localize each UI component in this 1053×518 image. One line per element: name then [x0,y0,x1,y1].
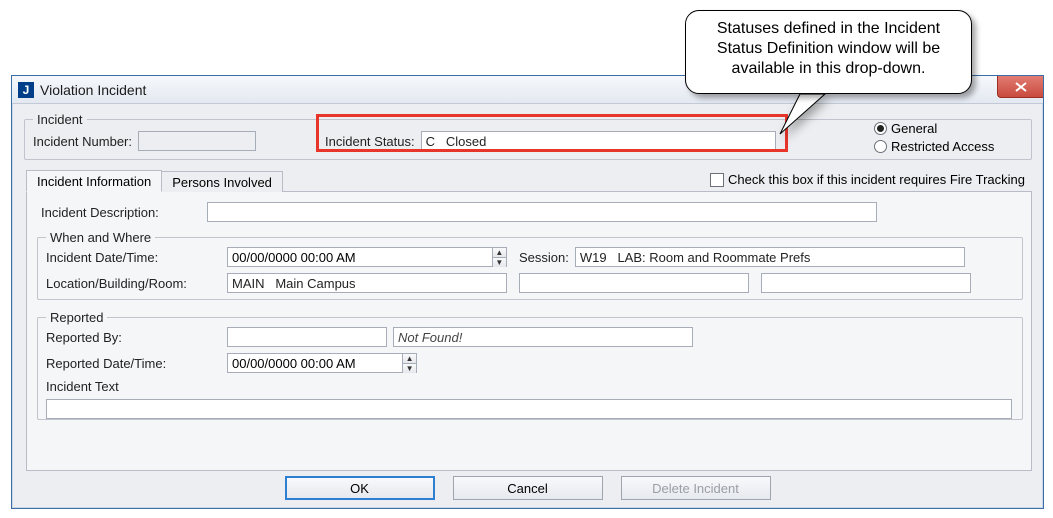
spinner-buttons[interactable]: ▲ ▼ [492,248,506,266]
access-radio-group: General Restricted Access [874,119,994,155]
reported-legend: Reported [46,310,107,325]
delete-incident-button[interactable]: Delete Incident [621,476,771,500]
tab-incident-info[interactable]: Incident Information [26,170,162,192]
radio-restricted-label: Restricted Access [891,139,994,154]
incident-status-dropdown[interactable] [421,131,776,151]
reported-by-field[interactable] [227,327,387,347]
chevron-up-icon: ▲ [403,354,416,364]
incident-legend: Incident [33,112,87,127]
incident-description-label: Incident Description: [41,205,201,220]
room-field[interactable] [761,273,971,293]
incident-status-label: Incident Status: [325,134,415,149]
incident-datetime-label: Incident Date/Time: [46,250,221,265]
radio-dot-icon [874,140,887,153]
reported-datetime-field[interactable]: ▲ ▼ [227,353,417,373]
help-callout-text: Statuses defined in the Incident Status … [717,20,940,77]
fire-tracking-checkbox[interactable]: Check this box if this incident requires… [710,172,1025,187]
location-field[interactable] [227,273,507,293]
radio-dot-icon [874,122,887,135]
close-button[interactable] [997,76,1043,98]
radio-general[interactable]: General [874,119,994,137]
building-field[interactable] [519,273,749,293]
incident-datetime-field[interactable]: ▲ ▼ [227,247,507,267]
reported-datetime-label: Reported Date/Time: [46,356,221,371]
reported-by-resolved [393,327,693,347]
chevron-down-icon: ▼ [493,258,506,267]
spinner-buttons[interactable]: ▲ ▼ [402,354,416,372]
checkbox-icon [710,173,724,187]
session-dropdown[interactable] [575,247,965,267]
session-label: Session: [519,250,569,265]
cancel-button[interactable]: Cancel [453,476,603,500]
tab-bar: Incident Information Persons Involved [26,168,282,192]
button-bar: OK Cancel Delete Incident [12,476,1043,500]
app-icon: J [18,82,34,98]
reported-group: Reported Reported By: Reported Date/Time… [37,310,1023,420]
tab-persons-involved[interactable]: Persons Involved [161,171,283,192]
help-callout: Statuses defined in the Incident Status … [685,10,972,94]
reported-by-label: Reported By: [46,330,221,345]
incident-description-field[interactable] [207,202,877,222]
when-where-group: When and Where Incident Date/Time: ▲ ▼ S… [37,230,1023,300]
location-label: Location/Building/Room: [46,276,221,291]
incident-number-field[interactable] [138,131,256,151]
chevron-down-icon: ▼ [403,364,416,373]
radio-restricted[interactable]: Restricted Access [874,137,994,155]
close-icon [1015,82,1027,92]
incident-text-label: Incident Text [46,379,119,394]
incident-text-field[interactable] [46,399,1012,419]
incident-number-label: Incident Number: [33,134,132,149]
when-where-legend: When and Where [46,230,155,245]
window-title: Violation Incident [40,82,146,98]
fire-tracking-label: Check this box if this incident requires… [728,172,1025,187]
chevron-up-icon: ▲ [493,248,506,258]
dialog-window: J Violation Incident Incident Incident N… [11,75,1044,509]
radio-general-label: General [891,121,937,136]
ok-button[interactable]: OK [285,476,435,500]
tab-panel-info: Incident Description: When and Where Inc… [26,191,1032,471]
